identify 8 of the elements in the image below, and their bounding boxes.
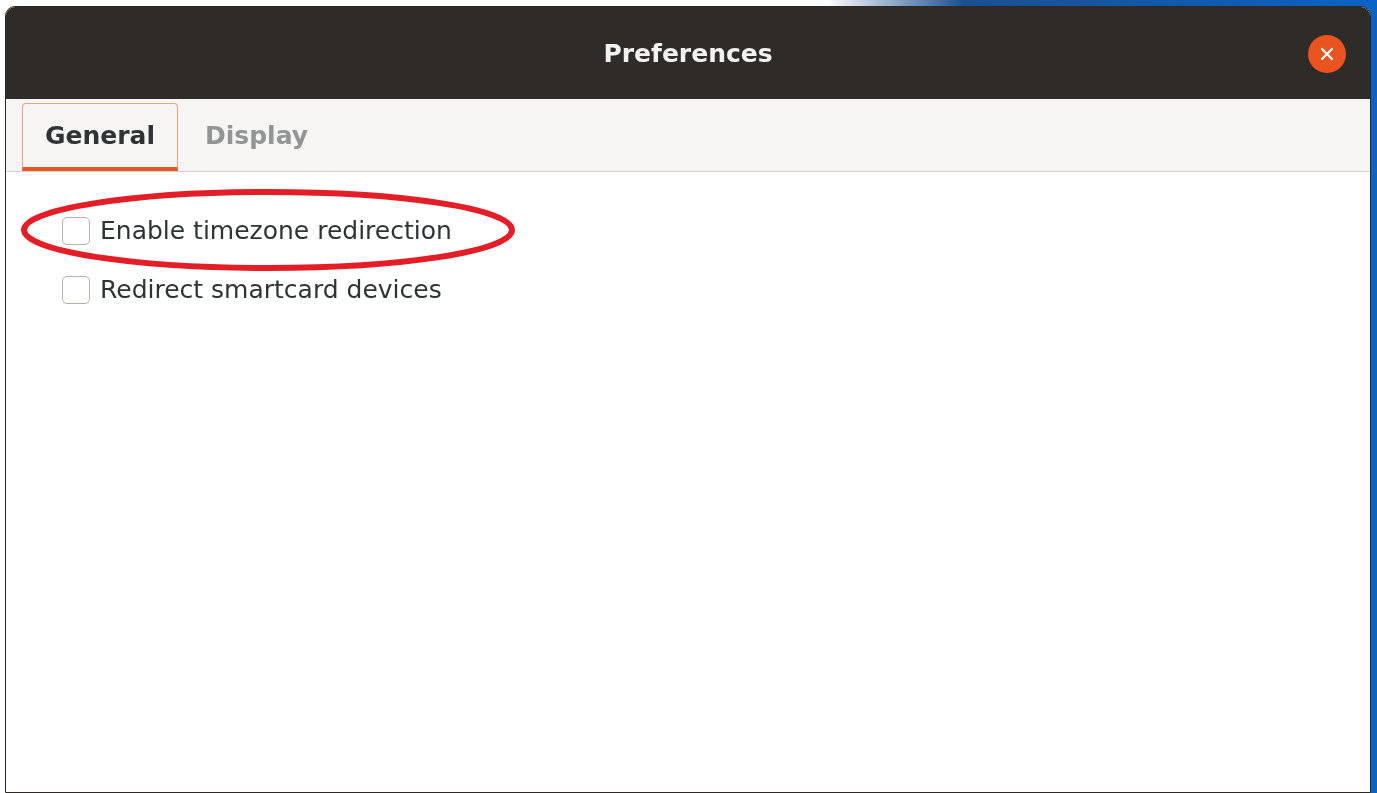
window-title: Preferences (603, 38, 773, 68)
checkbox-label: Redirect smartcard devices (100, 275, 442, 304)
close-icon (1320, 47, 1334, 61)
tab[interactable]: General (22, 103, 178, 171)
checkbox[interactable] (62, 216, 90, 245)
checkbox[interactable] (62, 275, 90, 304)
close-button[interactable] (1308, 35, 1346, 73)
checkbox-label: Enable timezone redirection (100, 216, 452, 245)
